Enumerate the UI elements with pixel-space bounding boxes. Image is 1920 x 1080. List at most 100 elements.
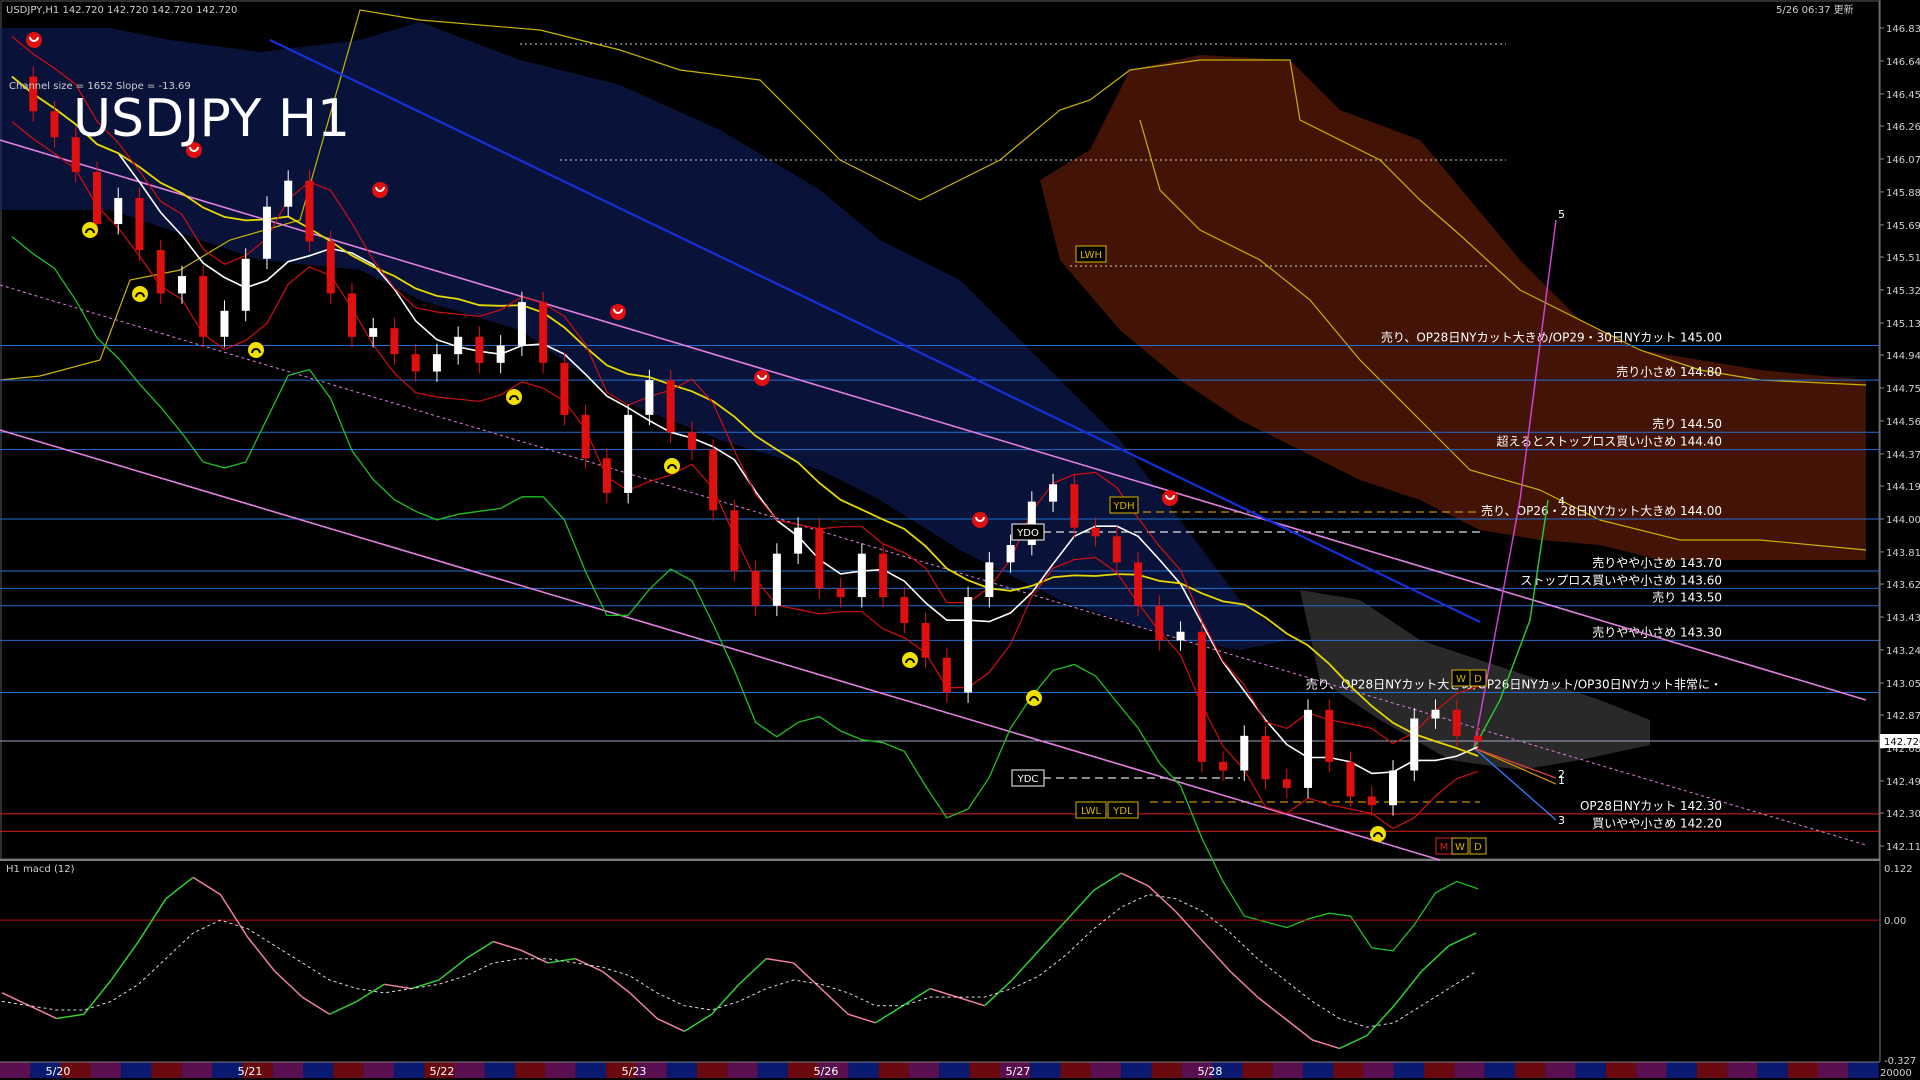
candle-body	[624, 414, 633, 493]
candle-body	[347, 293, 356, 337]
marker-ydl: YDL	[1112, 806, 1133, 817]
marker-lwh: LWH	[1080, 250, 1102, 261]
candle-body	[1261, 735, 1270, 780]
candle-body	[1091, 527, 1100, 537]
level-label: 売り小さめ 144.80	[1616, 364, 1722, 379]
candle-body	[220, 310, 229, 337]
date-strip-cell	[393, 1062, 425, 1078]
date-strip-cell	[121, 1062, 152, 1078]
date-strip-cell	[575, 1062, 606, 1078]
macd-main-segment	[384, 983, 412, 990]
level-label: 売り 143.50	[1652, 590, 1722, 605]
candle-body	[1367, 796, 1376, 806]
macd-main-segment	[1448, 932, 1477, 947]
date-strip-cell	[666, 1062, 697, 1078]
chart-stage: 売り、OP28日NYカット大きめ/OP29・30日NYカット 145.00 売り小…	[0, 0, 1920, 1079]
price-tick-label: 146.830	[1886, 24, 1920, 35]
date-strip-cell	[757, 1062, 788, 1078]
date-strip-cell	[848, 1062, 879, 1078]
candle-body	[156, 250, 165, 294]
date-strip-cell	[515, 1062, 546, 1078]
date-strip-cell	[878, 1062, 909, 1078]
candle-body	[475, 336, 484, 363]
date-strip-cell	[151, 1062, 182, 1078]
candle-body	[687, 432, 696, 450]
marker-ydc: YDC	[1017, 774, 1039, 785]
candle-body	[411, 354, 420, 372]
candle-body	[1410, 718, 1419, 771]
macd-main-segment	[629, 992, 658, 1020]
date-label: 5/26	[814, 1065, 839, 1078]
date-strip-cell	[1393, 1062, 1425, 1078]
macd-main-segment	[711, 983, 740, 1015]
big-title: USDJPY H1	[73, 89, 350, 149]
date-label: 5/28	[1198, 1065, 1223, 1078]
candle-body	[369, 328, 378, 337]
candle-body	[177, 276, 186, 294]
macd-main-segment	[438, 958, 467, 981]
date-strip-cell	[1302, 1062, 1334, 1078]
price-tick-label: 145.130	[1886, 319, 1920, 330]
date-strip-cell	[727, 1062, 758, 1078]
date-strip-cell	[1060, 1062, 1091, 1078]
candle-body	[50, 111, 59, 138]
macd-main-segment	[902, 987, 931, 1007]
macd-main-segment	[1366, 1005, 1395, 1037]
macd-main-segment	[301, 996, 330, 1015]
candle-body	[1155, 605, 1164, 641]
candle-body	[879, 553, 888, 598]
price-tick-label: 143.245	[1886, 646, 1920, 657]
candle-body	[1452, 709, 1461, 736]
price-tick-label: 144.375	[1886, 450, 1920, 461]
macd-main-segment	[1339, 1034, 1368, 1050]
candle-body	[241, 258, 250, 311]
projection-label: 5	[1558, 208, 1565, 221]
timestamp: 5/26 06:37 更新	[1776, 3, 1854, 16]
price-tick-label: 144.565	[1886, 417, 1920, 428]
date-strip-cell	[1696, 1062, 1728, 1078]
marker-d-top: D	[1474, 674, 1482, 685]
macd-main-segment	[28, 1005, 57, 1020]
date-strip-cell	[363, 1062, 394, 1078]
candle-body	[985, 562, 994, 598]
marker-d-bottom: D	[1474, 842, 1482, 853]
macd-main-segment	[493, 940, 521, 951]
macd-main-segment	[984, 979, 1013, 1007]
candle-body	[326, 241, 335, 294]
date-strip-cell	[1121, 1062, 1152, 1078]
candle-body	[1282, 779, 1291, 788]
date-strip-cell	[1727, 1062, 1758, 1078]
macd-signal-line	[1, 893, 1477, 1028]
marker-ydh: YDH	[1112, 501, 1134, 512]
macd-main-segment	[1393, 971, 1422, 1007]
price-tick-label: 142.870	[1886, 711, 1920, 722]
candle-body	[794, 527, 803, 554]
candle-body	[135, 198, 144, 251]
date-strip-cell	[454, 1062, 485, 1078]
macd-layer: 0.122 0.00 -0.32720000	[0, 864, 1916, 1079]
date-strip-cell	[545, 1062, 576, 1078]
date-strip-cell	[1757, 1062, 1788, 1078]
candle-body	[454, 336, 463, 355]
date-strip-cell	[1575, 1062, 1606, 1078]
candle-body	[815, 527, 824, 589]
price-axis-layer: 146.830 146.640 146.450 146.265 146.075 145.8…	[1880, 24, 1920, 853]
macd-main-segment	[574, 957, 603, 973]
candle-body	[602, 458, 611, 493]
candle-body	[921, 623, 930, 658]
candle-body	[581, 414, 590, 459]
date-strip-cell	[1605, 1062, 1637, 1078]
candle-body	[964, 597, 973, 693]
candle-body	[539, 302, 548, 363]
price-tick-label: 145.695	[1886, 221, 1920, 232]
macd-main-segment	[329, 1000, 358, 1015]
macd-main-segment	[1120, 872, 1149, 887]
candle-body	[496, 345, 505, 363]
candle-body	[1134, 562, 1143, 606]
candle-body	[114, 198, 123, 225]
level-label: 超えるとストップロス買い小さめ 144.40	[1497, 434, 1722, 449]
date-strip-cell	[1242, 1062, 1273, 1078]
symbol-info: USDJPY,H1 142.720 142.720 142.720 142.72…	[6, 5, 237, 16]
macd-main-segment	[1147, 885, 1177, 913]
macd-bottom-label: 20000	[1880, 1068, 1912, 1079]
